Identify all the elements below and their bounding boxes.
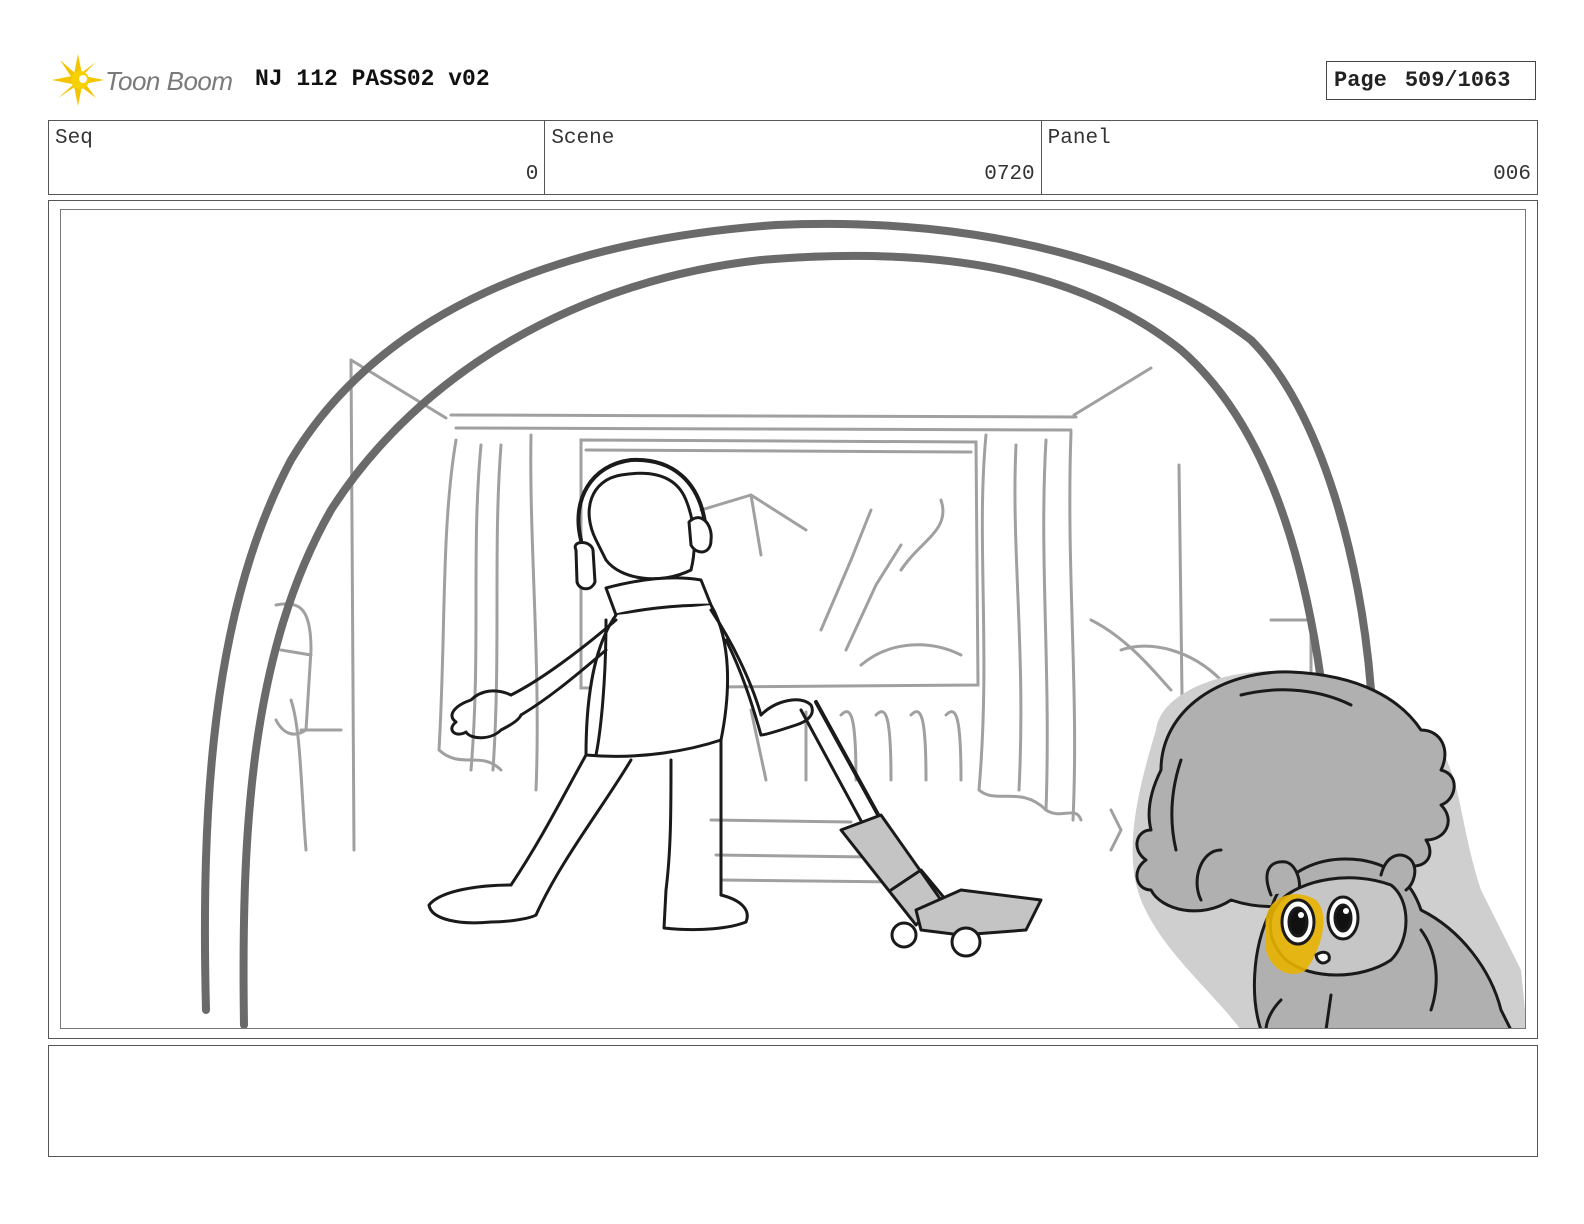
panel-cell: Panel 006 xyxy=(1042,121,1537,194)
foreground-character xyxy=(1132,670,1525,1028)
sketch-illustration xyxy=(200,219,1525,1028)
seq-value: 0 xyxy=(525,163,539,186)
page-value: 509/1063 xyxy=(1404,68,1511,93)
seq-label: Seq xyxy=(55,127,93,150)
storyboard-panel-frame xyxy=(48,200,1538,1039)
toon-boom-starburst-icon xyxy=(52,54,104,106)
scene-label: Scene xyxy=(551,127,615,150)
seq-cell: Seq 0 xyxy=(49,121,546,194)
scene-value: 0720 xyxy=(984,163,1035,186)
scene-cell: Scene 0720 xyxy=(545,121,1042,194)
panel-info-row: Seq 0 Scene 0720 Panel 006 xyxy=(48,120,1538,195)
page-indicator: Page 509/1063 xyxy=(1326,61,1536,100)
toon-boom-logo: Toon Boom xyxy=(50,52,240,108)
page-label: Page xyxy=(1334,68,1387,93)
panel-notes-box xyxy=(48,1045,1538,1157)
panel-label: Panel xyxy=(1047,127,1111,150)
panel-value: 006 xyxy=(1493,163,1531,186)
logo-text: Toon Boom xyxy=(105,66,233,96)
project-title: NJ 112 PASS02 v02 xyxy=(255,66,490,92)
storyboard-drawing xyxy=(60,209,1526,1029)
